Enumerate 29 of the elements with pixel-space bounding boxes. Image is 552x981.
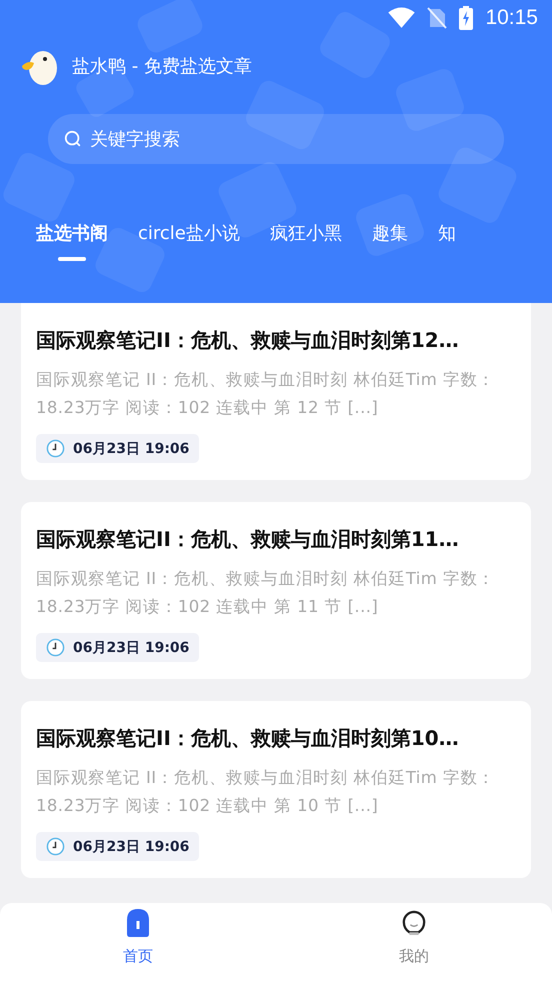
clock-icon [46, 638, 65, 657]
date-text: 06月23日 19:06 [73, 440, 190, 458]
clock-time: 10:15 [485, 6, 538, 30]
clock-icon [46, 439, 65, 458]
date-text: 06月23日 19:06 [73, 638, 190, 656]
article-card[interactable]: 国际观察笔记II：危机、救赎与血泪时刻第11… 国际观察笔记 II：危机、救赎与血泪时刻 林伯廷Tim 字数：18.23万字 阅读：102 连载中 第 11 节 [...] 06月23日 19:06 [21, 502, 531, 679]
clock-icon [46, 837, 65, 856]
search-icon [64, 130, 82, 148]
article-summary: 国际观察笔记 II：危机、救赎与血泪时刻 林伯廷Tim 字数：18.23万字 阅读：102 连载中 第 10 节 [...] [36, 767, 496, 817]
app-title: 盐水鸭 - 免费盐选文章 [72, 55, 252, 78]
category-tab[interactable]: 盐选书阁 [36, 221, 108, 261]
article-title: 国际观察笔记II：危机、救赎与血泪时刻第12… [36, 327, 460, 354]
article-title: 国际观察笔记II：危机、救赎与血泪时刻第10… [36, 725, 460, 752]
article-title: 国际观察笔记II：危机、救赎与血泪时刻第11… [36, 526, 460, 553]
category-tab[interactable]: 疯狂小黑 [270, 221, 342, 261]
article-summary: 国际观察笔记 II：危机、救赎与血泪时刻 林伯廷Tim 字数：18.23万字 阅读：102 连载中 第 11 节 [...] [36, 568, 496, 618]
no-sim-icon [427, 7, 448, 29]
wifi-icon [388, 7, 416, 29]
home-icon [127, 909, 149, 937]
date-text: 06月23日 19:06 [73, 838, 190, 856]
category-tab[interactable]: circle盐小说 [138, 221, 240, 261]
article-card[interactable]: 国际观察笔记II：危机、救赎与血泪时刻第10… 国际观察笔记 II：危机、救赎与血泪时刻 林伯廷Tim 字数：18.23万字 阅读：102 连载中 第 10 节 [...] 06月23日 19:06 [21, 701, 531, 878]
category-tab[interactable]: 知 [438, 221, 456, 261]
battery-icon [459, 6, 474, 30]
article-card[interactable]: 国际观察笔记II：危机、救赎与血泪时刻第12… 国际观察笔记 II：危机、救赎与血泪时刻 林伯廷Tim 字数：18.23万字 阅读：102 连载中 第 12 节 [...] 06月23日 19:06 [21, 303, 531, 480]
nav-tab[interactable]: 首页 [98, 903, 178, 981]
article-summary: 国际观察笔记 II：危机、救赎与血泪时刻 林伯廷Tim 字数：18.23万字 阅读：102 连载中 第 12 节 [...] [36, 369, 496, 419]
lightbulb-icon [402, 909, 426, 937]
nav-tab[interactable]: 我的 [374, 903, 454, 981]
